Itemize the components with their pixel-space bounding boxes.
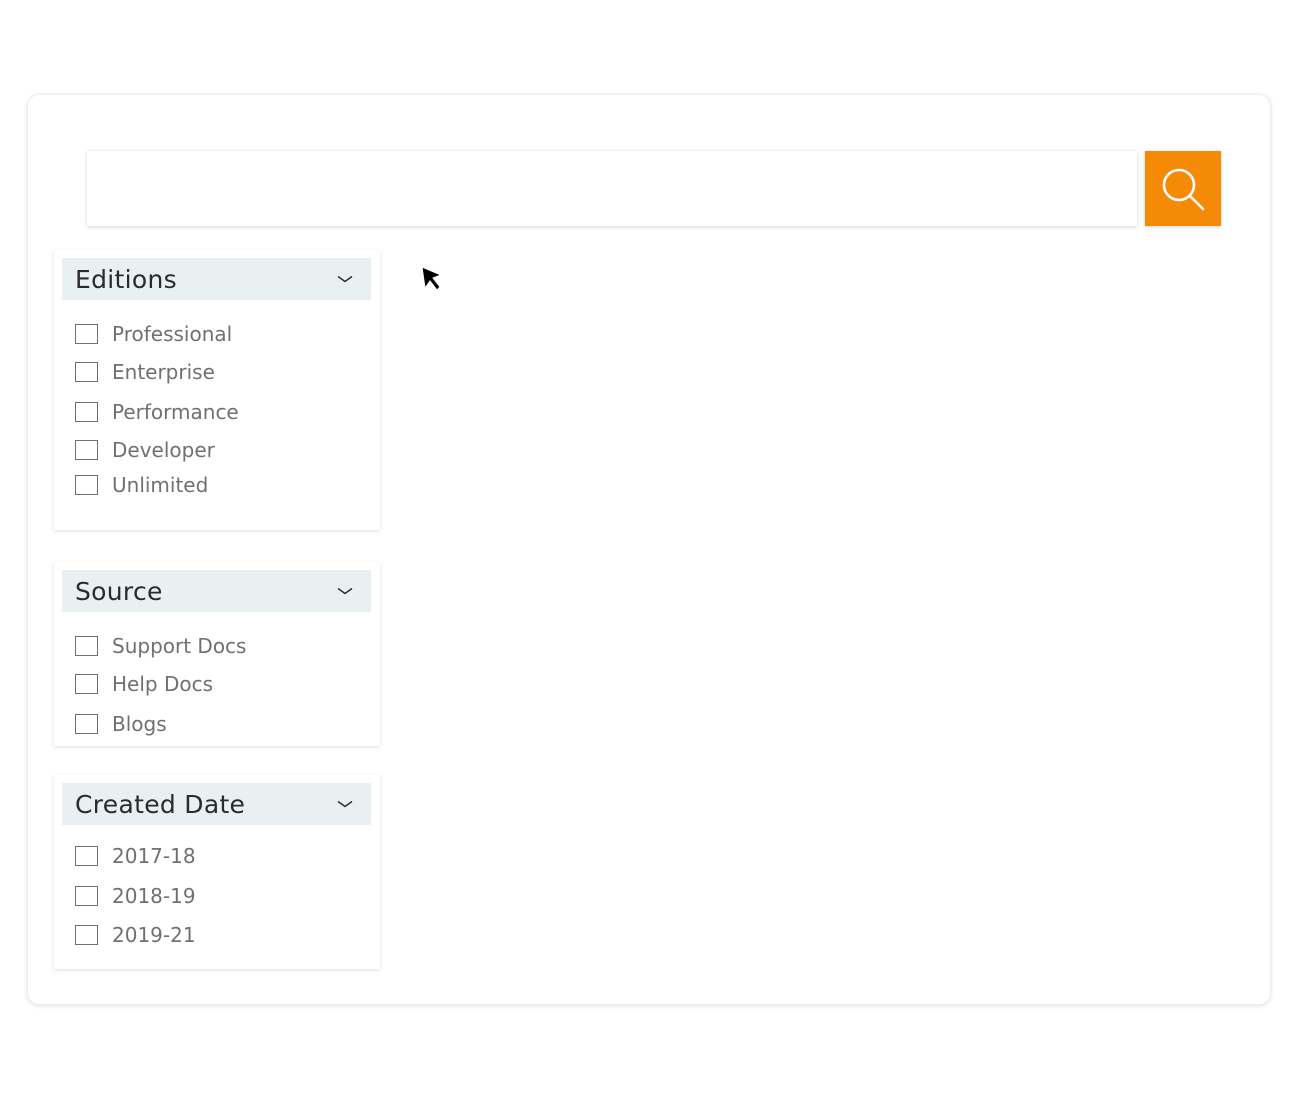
- option-label: Professional: [112, 322, 233, 346]
- option-label: 2017-18: [112, 844, 196, 868]
- search-icon: [1162, 168, 1205, 210]
- checkbox[interactable]: [75, 402, 98, 422]
- chevron-down-icon[interactable]: [337, 587, 353, 595]
- chevron-down-icon[interactable]: [337, 800, 353, 808]
- option-label: Performance: [112, 400, 239, 424]
- checkbox[interactable]: [75, 674, 98, 694]
- checkbox[interactable]: [75, 636, 98, 656]
- source-option-blogs[interactable]: Blogs: [75, 711, 167, 737]
- created-date-filter-panel: Created Date 2017-18 2018-19 2019-21: [54, 775, 380, 969]
- search-button[interactable]: [1145, 151, 1221, 226]
- search-input[interactable]: [87, 151, 1137, 226]
- checkbox[interactable]: [75, 846, 98, 866]
- editions-option-performance[interactable]: Performance: [75, 399, 239, 425]
- created-date-panel-header[interactable]: Created Date: [62, 783, 371, 825]
- option-label: Enterprise: [112, 360, 215, 384]
- checkbox[interactable]: [75, 925, 98, 945]
- checkbox[interactable]: [75, 440, 98, 460]
- checkbox[interactable]: [75, 886, 98, 906]
- editions-filter-panel: Editions Professional Enterprise Perform…: [54, 250, 380, 530]
- editions-option-professional[interactable]: Professional: [75, 321, 232, 347]
- checkbox[interactable]: [75, 714, 98, 734]
- chevron-down-icon[interactable]: [337, 275, 353, 283]
- checkbox[interactable]: [75, 475, 98, 495]
- source-filter-panel: Source Support Docs Help Docs Blogs: [54, 562, 380, 746]
- editions-panel-header[interactable]: Editions: [62, 258, 371, 300]
- option-label: 2018-19: [112, 884, 196, 908]
- checkbox[interactable]: [75, 324, 98, 344]
- source-option-support-docs[interactable]: Support Docs: [75, 633, 246, 659]
- editions-panel-title: Editions: [75, 264, 177, 294]
- source-panel-title: Source: [75, 576, 163, 606]
- option-label: Unlimited: [112, 473, 209, 497]
- checkbox[interactable]: [75, 362, 98, 382]
- source-panel-header[interactable]: Source: [62, 570, 371, 612]
- option-label: Support Docs: [112, 634, 247, 658]
- created-date-option-2019-21[interactable]: 2019-21: [75, 922, 196, 948]
- editions-option-unlimited[interactable]: Unlimited: [75, 472, 208, 498]
- created-date-option-2018-19[interactable]: 2018-19: [75, 883, 196, 909]
- option-label: 2019-21: [112, 923, 196, 947]
- option-label: Developer: [112, 438, 215, 462]
- created-date-option-2017-18[interactable]: 2017-18: [75, 843, 196, 869]
- search-box[interactable]: [87, 151, 1137, 226]
- editions-option-developer[interactable]: Developer: [75, 437, 215, 463]
- source-option-help-docs[interactable]: Help Docs: [75, 671, 213, 697]
- editions-option-enterprise[interactable]: Enterprise: [75, 359, 215, 385]
- option-label: Blogs: [112, 712, 167, 736]
- created-date-panel-title: Created Date: [75, 789, 246, 819]
- option-label: Help Docs: [112, 672, 214, 696]
- mouse-cursor-icon: [421, 266, 443, 291]
